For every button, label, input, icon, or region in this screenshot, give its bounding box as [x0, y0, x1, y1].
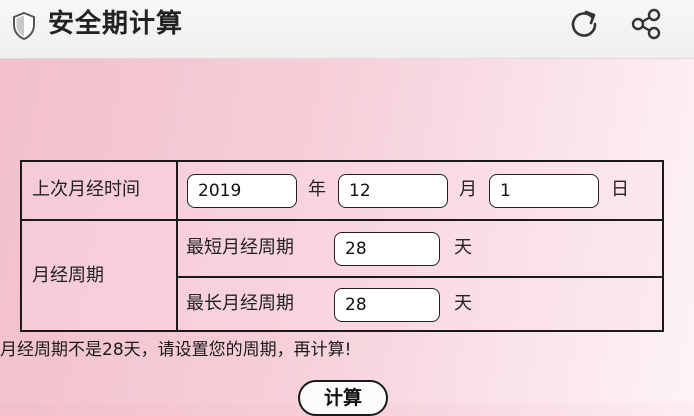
day-input[interactable]: [489, 174, 599, 208]
shortest-cycle-label: 最短月经周期: [186, 237, 294, 258]
calculate-button[interactable]: 计算: [298, 380, 388, 416]
month-input[interactable]: [338, 174, 448, 208]
table-divider: [176, 276, 662, 278]
year-input[interactable]: [187, 174, 297, 208]
cycle-label: 月经周期: [32, 265, 104, 286]
refresh-icon[interactable]: [566, 6, 602, 42]
longest-cycle-label: 最长月经周期: [186, 293, 294, 314]
longest-cycle-unit: 天: [454, 293, 472, 314]
shortest-cycle-input[interactable]: [334, 232, 440, 266]
shield-icon: [13, 11, 35, 41]
app-header: 安全期计算: [0, 0, 694, 59]
year-unit-label: 年: [308, 179, 326, 200]
cycle-hint-text: 月经周期不是28天，请设置您的周期，再计算!: [0, 340, 352, 360]
day-unit-label: 日: [611, 179, 629, 200]
month-unit-label: 月: [459, 179, 477, 200]
shortest-cycle-unit: 天: [454, 237, 472, 258]
share-icon[interactable]: [628, 6, 664, 42]
period-form-table: 上次月经时间 年 月 日 月经周期 最短月经周期 天 最长月经周期 天: [20, 160, 664, 332]
table-divider: [176, 162, 178, 330]
page-title: 安全期计算: [48, 9, 184, 39]
last-period-label: 上次月经时间: [32, 179, 140, 200]
longest-cycle-input[interactable]: [334, 288, 440, 322]
table-divider: [22, 219, 662, 221]
